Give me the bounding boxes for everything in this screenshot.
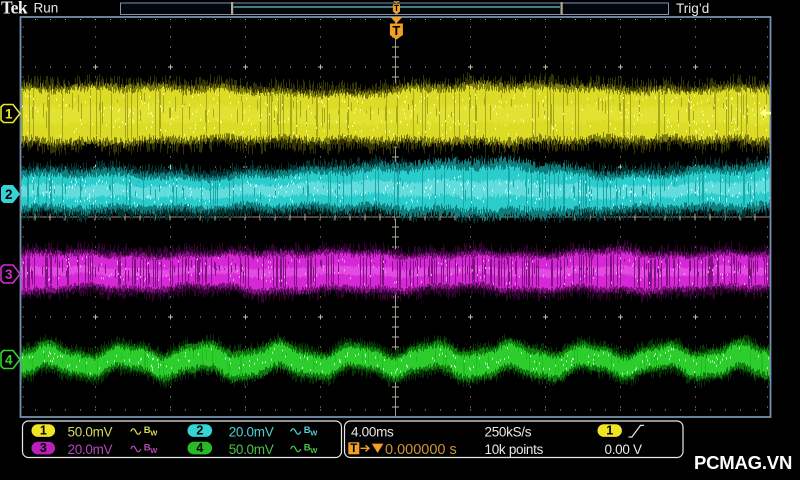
svg-text:4: 4 [5,352,13,367]
svg-text:20.0mV: 20.0mV [68,442,113,457]
svg-text:2: 2 [196,424,203,438]
svg-text:2: 2 [5,187,13,202]
svg-text:W: W [310,446,318,455]
svg-text:1: 1 [40,424,47,438]
svg-text:4.00ms: 4.00ms [351,424,394,439]
svg-text:W: W [150,429,158,438]
svg-text:PCMAG.VN: PCMAG.VN [694,452,792,473]
svg-text:3: 3 [40,441,47,455]
svg-text:50.0mV: 50.0mV [68,424,113,439]
svg-text:0.000000 s: 0.000000 s [385,442,457,458]
svg-text:50.0mV: 50.0mV [229,442,274,457]
svg-text:3: 3 [5,267,13,282]
svg-text:10k points: 10k points [485,442,544,457]
svg-text:Tek: Tek [1,0,28,18]
svg-text:T: T [350,443,357,455]
svg-text:T: T [394,3,400,13]
svg-text:Trig’d: Trig’d [676,1,709,16]
svg-text:0.00 V: 0.00 V [605,442,643,457]
svg-text:W: W [310,429,318,438]
svg-text:1: 1 [606,424,613,438]
svg-text:T: T [392,23,400,38]
svg-text:4: 4 [196,441,203,455]
svg-text:20.0mV: 20.0mV [229,424,274,439]
svg-text:Run: Run [34,1,59,16]
svg-text:1: 1 [5,106,13,121]
svg-text:250kS/s: 250kS/s [485,424,532,439]
svg-text:W: W [150,446,158,455]
